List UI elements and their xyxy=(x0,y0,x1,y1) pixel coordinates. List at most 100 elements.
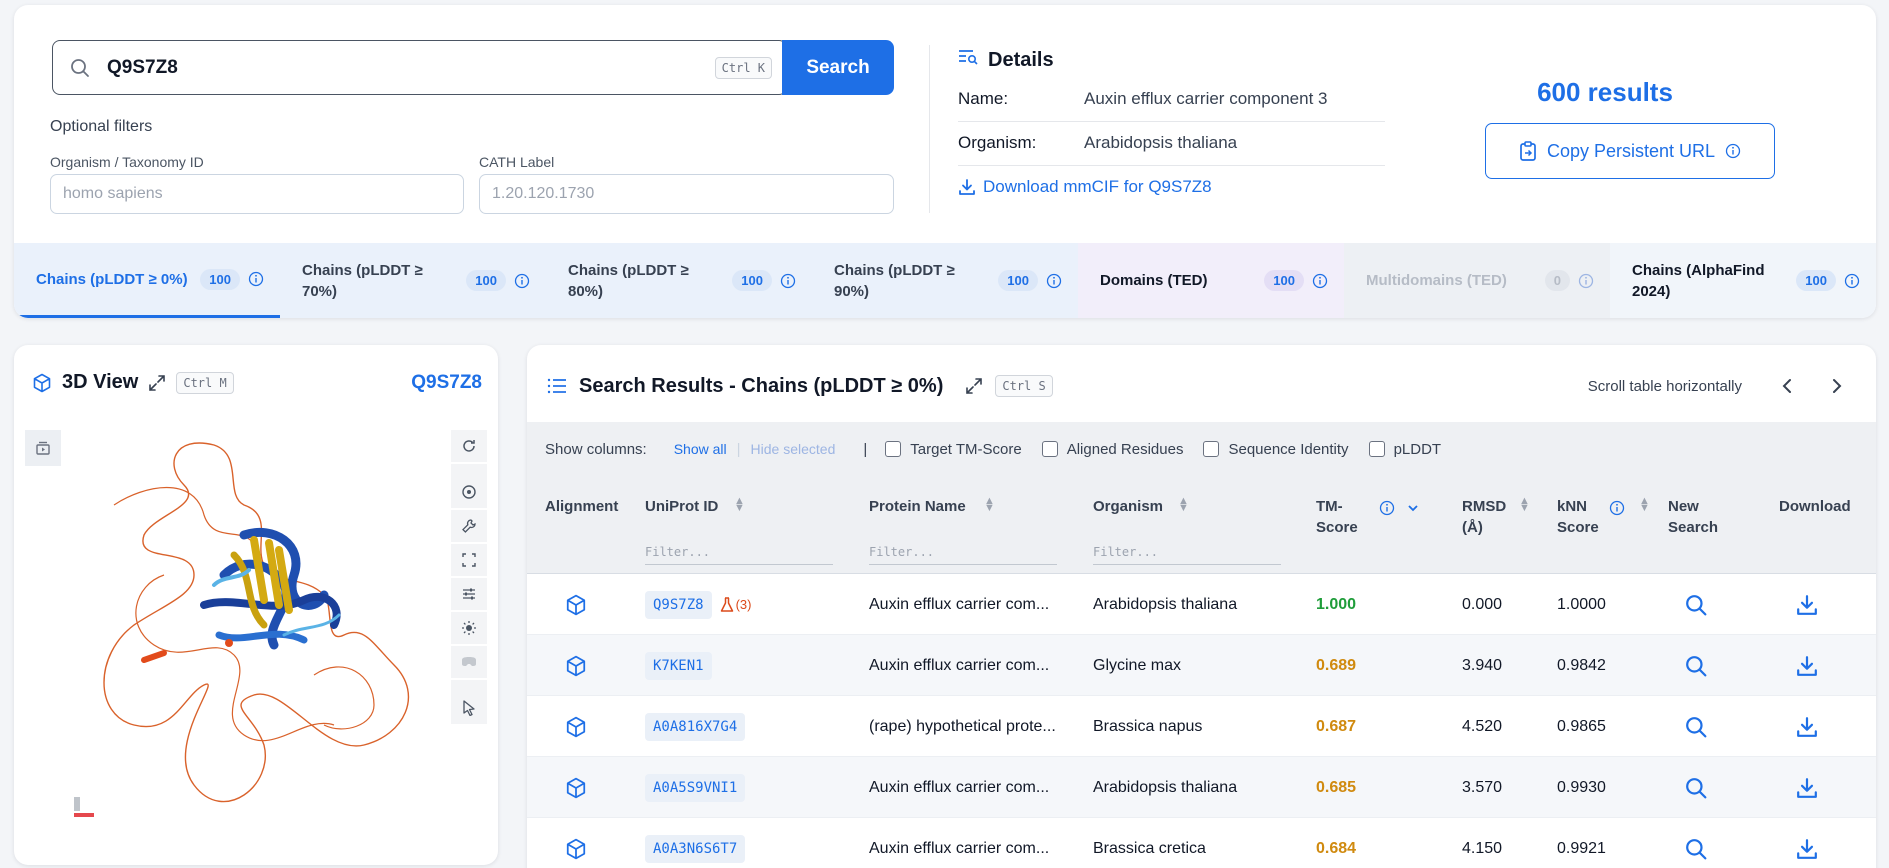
download-structure-button[interactable] xyxy=(1796,818,1818,868)
column-toggle-target-tm-score[interactable]: Target TM-Score xyxy=(885,441,1022,458)
spin-toggle-button[interactable] xyxy=(451,476,487,510)
tab-chains-plddt-90[interactable]: Chains (pLDDT ≥ 90%) 100 xyxy=(812,243,1078,318)
header-uniprot-id[interactable]: UniProt ID xyxy=(645,496,718,517)
sort-icon[interactable]: ▲ ▼ xyxy=(984,496,995,514)
details-icon xyxy=(958,48,978,72)
view-alignment-button[interactable] xyxy=(565,635,587,696)
animation-toggle-button[interactable] xyxy=(25,430,61,466)
protein-name-filter-input[interactable] xyxy=(869,543,1057,565)
tab-multidomains-ted: Multidomains (TED) 0 xyxy=(1344,243,1610,318)
fullscreen-icon xyxy=(462,553,476,567)
uniprot-id-link[interactable]: K7KEN1 xyxy=(645,651,712,680)
column-toggle-plddt[interactable]: pLDDT xyxy=(1368,441,1441,458)
settings-button[interactable] xyxy=(451,578,487,612)
spin-icon xyxy=(462,485,476,499)
new-search-button[interactable] xyxy=(1685,696,1707,757)
structure-tools-button[interactable] xyxy=(451,510,487,544)
uniprot-id-link[interactable]: A0A816X7G4 xyxy=(645,712,746,741)
new-search-button[interactable] xyxy=(1685,757,1707,818)
tab-chains-plddt-0[interactable]: Chains (pLDDT ≥ 0%) 100 xyxy=(14,243,280,318)
column-toggle-aligned-residues[interactable]: Aligned Residues xyxy=(1041,441,1183,458)
vr-mode-button xyxy=(451,646,487,680)
tab-chains-plddt-80[interactable]: Chains (pLDDT ≥ 80%) 100 xyxy=(546,243,812,318)
organism-filter-input[interactable] xyxy=(50,174,464,214)
view-alignment-button[interactable] xyxy=(565,574,587,635)
scroll-right-button[interactable] xyxy=(1818,371,1856,401)
structure-3d-canvas[interactable] xyxy=(74,425,444,845)
copy-persistent-url-button[interactable]: Copy Persistent URL xyxy=(1485,123,1775,179)
new-search-button[interactable] xyxy=(1685,635,1707,696)
sort-icon[interactable]: ▲ ▼ xyxy=(734,496,745,514)
expand-icon[interactable] xyxy=(148,374,166,392)
info-icon[interactable] xyxy=(1578,273,1594,289)
checkbox[interactable] xyxy=(1368,441,1385,457)
sort-icon[interactable]: ▲ ▼ xyxy=(1519,496,1530,514)
info-icon[interactable] xyxy=(248,271,264,287)
header-rmsd[interactable]: RMSD (Å) xyxy=(1462,496,1506,538)
search-input[interactable] xyxy=(107,56,715,79)
header-tm-score[interactable]: TM- Score xyxy=(1316,496,1358,538)
selection-mode-button[interactable] xyxy=(451,692,487,726)
uniprot-filter-input[interactable] xyxy=(645,543,833,565)
download-structure-button[interactable] xyxy=(1796,757,1818,818)
tm-score-cell: 1.000 xyxy=(1316,595,1357,613)
uniprot-id-link[interactable]: Q9S7Z8 xyxy=(645,590,712,619)
show-all-columns-link[interactable]: Show all xyxy=(674,441,727,457)
header-new-search: New Search xyxy=(1668,498,1719,536)
knn-score-cell: 1.0000 xyxy=(1557,595,1606,613)
view-alignment-button[interactable] xyxy=(565,757,587,818)
view-alignment-button[interactable] xyxy=(565,818,587,868)
download-structure-button[interactable] xyxy=(1796,696,1818,757)
sort-icon[interactable]: ▲ ▼ xyxy=(1639,496,1650,514)
info-icon[interactable] xyxy=(1046,273,1062,289)
uniprot-id-link[interactable]: A0A5S9VNI1 xyxy=(645,773,746,802)
tab-chains-plddt-70[interactable]: Chains (pLDDT ≥ 70%) 100 xyxy=(280,243,546,318)
view-alignment-button[interactable] xyxy=(565,696,587,757)
cath-filter-input[interactable] xyxy=(479,174,894,214)
header-organism[interactable]: Organism xyxy=(1093,496,1163,517)
details-name-key: Name: xyxy=(958,89,1009,108)
tab-count-badge: 100 xyxy=(1264,270,1304,291)
checkbox[interactable] xyxy=(1203,441,1220,457)
search-results-panel: Search Results - Chains (pLDDT ≥ 0%) Ctr… xyxy=(527,345,1876,868)
info-icon[interactable] xyxy=(780,273,796,289)
info-icon[interactable] xyxy=(1844,273,1860,289)
info-icon[interactable] xyxy=(1312,273,1328,289)
info-icon[interactable] xyxy=(1379,500,1395,516)
tab-domains-ted[interactable]: Domains (TED) 100 xyxy=(1078,243,1344,318)
sort-descending-icon[interactable] xyxy=(1407,503,1419,513)
info-icon[interactable] xyxy=(1609,500,1625,516)
tab-chains-alphafind-2024[interactable]: Chains (AlphaFind 2024) 100 xyxy=(1610,243,1876,318)
sort-icon[interactable]: ▲ ▼ xyxy=(1178,496,1189,514)
checkbox[interactable] xyxy=(1041,441,1058,457)
hide-selected-columns-link[interactable]: Hide selected xyxy=(751,441,836,457)
organism-cell: Arabidopsis thaliana xyxy=(1093,595,1238,613)
new-search-button[interactable] xyxy=(1685,818,1707,868)
experimental-structures-link[interactable]: (3) xyxy=(720,596,751,613)
fullscreen-button[interactable] xyxy=(451,544,487,578)
download-structure-button[interactable] xyxy=(1796,635,1818,696)
organism-filter-input[interactable] xyxy=(1093,543,1281,565)
viewer-header: 3D View Ctrl M Q9S7Z8 xyxy=(32,371,482,394)
reset-camera-button[interactable] xyxy=(451,430,487,464)
rmsd-cell: 3.940 xyxy=(1462,656,1503,674)
tab-label: Chains (pLDDT ≥ 0%) xyxy=(36,270,188,288)
details-organism-value: Arabidopsis thaliana xyxy=(1084,133,1238,152)
search-button[interactable]: Search xyxy=(782,40,894,95)
header-knn-score[interactable]: kNN Score xyxy=(1557,496,1599,538)
download-structure-button[interactable] xyxy=(1796,574,1818,635)
lighting-button[interactable] xyxy=(451,612,487,646)
tab-label: Domains (TED) xyxy=(1100,272,1208,289)
checkbox[interactable] xyxy=(885,441,902,457)
info-icon[interactable] xyxy=(514,273,530,289)
scroll-left-button[interactable] xyxy=(1768,371,1806,401)
download-mmcif-link[interactable]: Download mmCIF for Q9S7Z8 xyxy=(958,177,1212,197)
result-tabs: Chains (pLDDT ≥ 0%) 100 Chains (pLDDT ≥ … xyxy=(14,243,1876,318)
tab-label: Chains (pLDDT ≥ 80%) xyxy=(568,261,689,300)
organism-cell: Brassica cretica xyxy=(1093,839,1206,857)
expand-icon[interactable] xyxy=(965,377,983,395)
column-toggle-sequence-identity[interactable]: Sequence Identity xyxy=(1203,441,1349,458)
uniprot-id-link[interactable]: A0A3N6S6T7 xyxy=(645,834,746,863)
new-search-button[interactable] xyxy=(1685,574,1707,635)
header-protein-name[interactable]: Protein Name xyxy=(869,496,966,517)
